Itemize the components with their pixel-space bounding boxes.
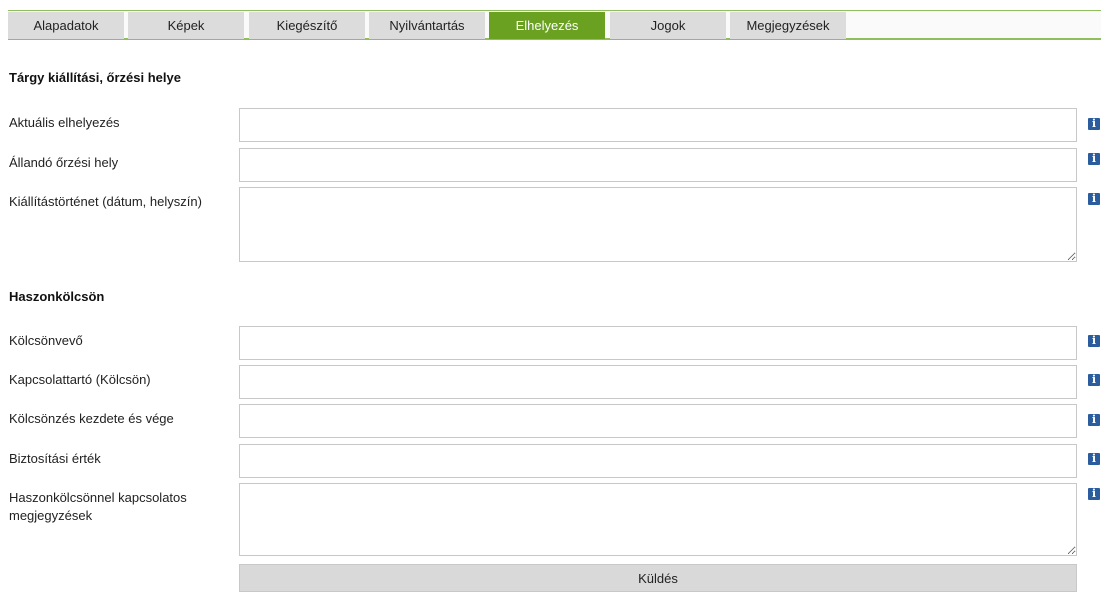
section-title-loan: Haszonkölcsön — [9, 289, 105, 304]
info-icon[interactable]: i — [1088, 414, 1100, 426]
permanent-storage-input[interactable] — [239, 148, 1077, 182]
info-icon[interactable]: i — [1088, 453, 1100, 465]
info-icon[interactable]: i — [1088, 193, 1100, 205]
info-icon[interactable]: i — [1088, 374, 1100, 386]
current-location-input[interactable] — [239, 108, 1077, 142]
insurance-value-input[interactable] — [239, 444, 1077, 478]
loan-contact-input[interactable] — [239, 365, 1077, 399]
submit-button[interactable]: Küldés — [239, 564, 1077, 592]
tab-bar: Alapadatok Képek Kiegészítő Nyilvántartá… — [8, 10, 1101, 40]
label-loan-contact: Kapcsolattartó (Kölcsön) — [9, 372, 151, 387]
info-icon[interactable]: i — [1088, 335, 1100, 347]
section-title-exhibition-location: Tárgy kiállítási, őrzési helye — [9, 70, 181, 85]
tab-kiegeszito[interactable]: Kiegészítő — [249, 12, 365, 39]
tab-nyilvantartas[interactable]: Nyilvántartás — [369, 12, 485, 39]
loan-notes-textarea[interactable] — [239, 483, 1077, 556]
tab-jogok[interactable]: Jogok — [610, 12, 726, 39]
label-permanent-storage: Állandó őrzési hely — [9, 155, 119, 170]
label-current-location: Aktuális elhelyezés — [9, 115, 120, 130]
label-exhibition-history: Kiállítástörténet (dátum, helyszín) — [9, 194, 202, 209]
info-icon[interactable]: i — [1088, 118, 1100, 130]
label-borrower: Kölcsönvevő — [9, 333, 83, 348]
info-icon[interactable]: i — [1088, 488, 1100, 500]
tab-kepek[interactable]: Képek — [128, 12, 244, 39]
exhibition-history-textarea[interactable] — [239, 187, 1077, 262]
label-loan-notes: Haszonkölcsönnel kapcsolatos megjegyzése… — [9, 490, 187, 523]
tab-elhelyezes[interactable]: Elhelyezés — [489, 12, 605, 39]
borrower-input[interactable] — [239, 326, 1077, 360]
info-icon[interactable]: i — [1088, 153, 1100, 165]
label-insurance-value: Biztosítási érték — [9, 451, 101, 466]
tab-megjegyzesek[interactable]: Megjegyzések — [730, 12, 846, 39]
tab-alapadatok[interactable]: Alapadatok — [8, 12, 124, 39]
loan-period-input[interactable] — [239, 404, 1077, 438]
label-loan-period: Kölcsönzés kezdete és vége — [9, 411, 174, 426]
